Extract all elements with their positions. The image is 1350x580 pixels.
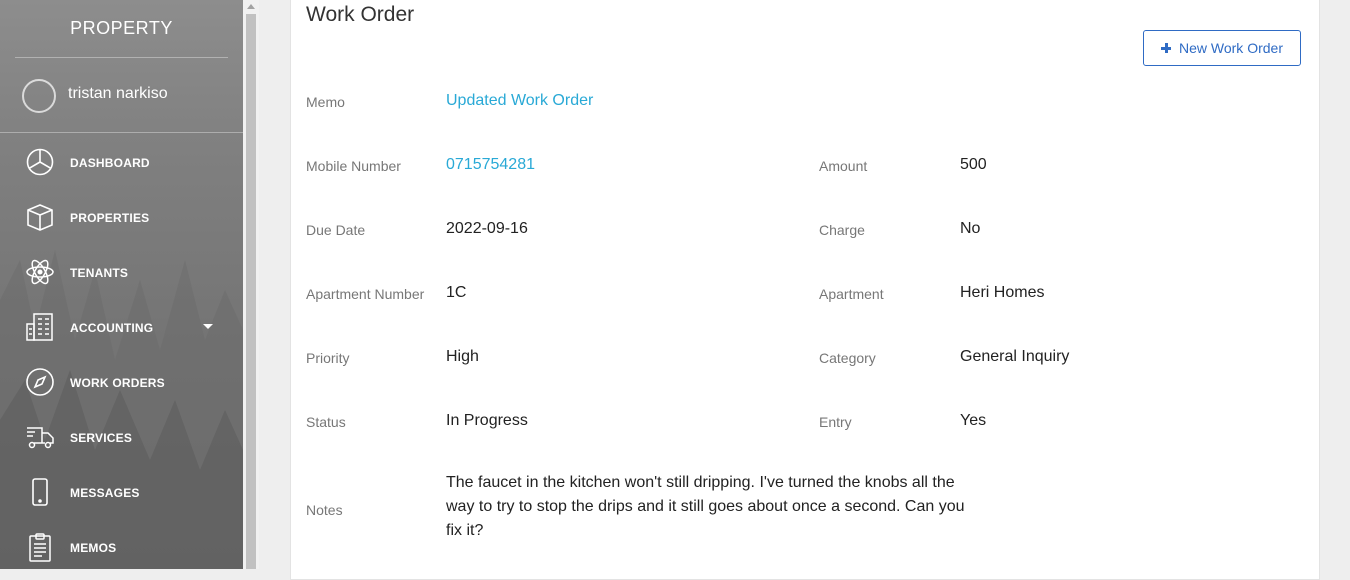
charge-value: No (960, 220, 981, 237)
category-value: General Inquiry (960, 348, 1070, 365)
sidebar: PROPERTY tristan narkiso DASHBOARD PROPE… (0, 0, 243, 569)
box-icon (25, 202, 55, 232)
atom-icon (25, 257, 55, 287)
mobile-number-label: Mobile Number (306, 158, 401, 174)
sidebar-item-label: MESSAGES (70, 486, 140, 500)
brand-title[interactable]: PROPERTY (0, 0, 243, 57)
sidebar-item-label: PROPERTIES (70, 211, 150, 225)
sidebar-item-services[interactable]: SERVICES (0, 410, 243, 465)
user-profile[interactable]: tristan narkiso (0, 58, 243, 132)
apartment-number-label: Apartment Number (306, 286, 425, 302)
entry-label: Entry (819, 414, 852, 430)
priority-label: Priority (306, 350, 350, 366)
sidebar-item-tenants[interactable]: TENANTS (0, 245, 243, 300)
scrollbar[interactable] (243, 0, 259, 569)
plus-icon (1161, 43, 1171, 53)
mobile-phone-icon (25, 477, 55, 507)
scroll-up-arrow-icon[interactable] (247, 4, 255, 9)
due-date-label: Due Date (306, 222, 366, 238)
sidebar-item-label: MEMOS (70, 541, 117, 555)
due-date-value: 2022-09-16 (446, 220, 528, 237)
amount-label: Amount (819, 158, 868, 174)
new-work-order-button[interactable]: New Work Order (1143, 30, 1301, 66)
clipboard-icon (25, 532, 55, 562)
sidebar-item-label: ACCOUNTING (70, 321, 154, 335)
sidebar-item-memos[interactable]: MEMOS (0, 520, 243, 569)
sidebar-item-label: WORK ORDERS (70, 376, 165, 390)
sidebar-item-messages[interactable]: MESSAGES (0, 465, 243, 520)
sidebar-nav: DASHBOARD PROPERTIES TENANTS ACCOUNTING (0, 135, 243, 569)
status-label: Status (306, 414, 346, 430)
priority-value: High (446, 348, 479, 365)
new-work-order-label: New Work Order (1179, 40, 1283, 56)
pie-chart-icon (25, 147, 55, 177)
scrollbar-thumb[interactable] (246, 14, 256, 569)
sidebar-item-label: SERVICES (70, 431, 133, 445)
compass-icon (25, 367, 55, 397)
work-order-card: Work Order New Work Order Memo Updated W… (290, 0, 1320, 580)
apartment-label: Apartment (819, 286, 884, 302)
sidebar-item-label: DASHBOARD (70, 156, 150, 170)
status-value: In Progress (446, 412, 528, 429)
apartment-number-value: 1C (446, 284, 467, 301)
category-label: Category (819, 350, 876, 366)
notes-label: Notes (306, 502, 343, 518)
sidebar-item-work-orders[interactable]: WORK ORDERS (0, 355, 243, 410)
delivery-truck-icon (25, 422, 55, 452)
charge-label: Charge (819, 222, 865, 238)
notes-value: The faucet in the kitchen won't still dr… (446, 474, 965, 539)
building-icon (25, 312, 55, 342)
avatar[interactable] (22, 79, 56, 113)
sidebar-item-properties[interactable]: PROPERTIES (0, 190, 243, 245)
amount-value: 500 (960, 156, 987, 173)
mobile-number-value[interactable]: 0715754281 (446, 156, 535, 174)
page-title: Work Order (306, 3, 415, 26)
sidebar-item-label: TENANTS (70, 266, 129, 280)
caret-down-icon[interactable] (203, 324, 213, 329)
sidebar-item-accounting[interactable]: ACCOUNTING (0, 300, 243, 355)
divider (0, 132, 243, 133)
apartment-value: Heri Homes (960, 284, 1045, 301)
entry-value: Yes (960, 412, 987, 429)
memo-label: Memo (306, 94, 345, 110)
sidebar-item-dashboard[interactable]: DASHBOARD (0, 135, 243, 190)
memo-value[interactable]: Updated Work Order (446, 92, 593, 110)
user-name[interactable]: tristan narkiso (68, 85, 168, 103)
